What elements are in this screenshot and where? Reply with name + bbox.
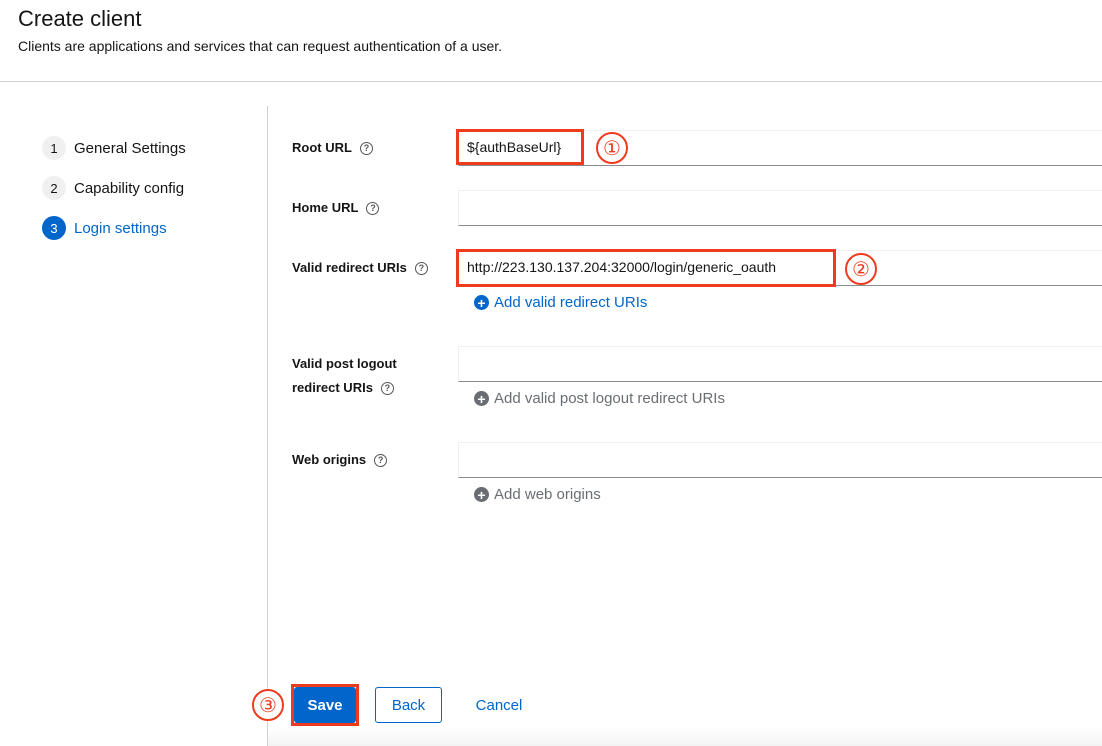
valid-post-logout-label-text-2: redirect URIs <box>292 380 373 395</box>
step-label: Login settings <box>74 219 167 237</box>
home-url-label-text: Home URL <box>292 200 359 215</box>
add-valid-redirect-uris-button[interactable]: + Add valid redirect URIs <box>474 294 647 311</box>
step-number: 1 <box>42 136 66 160</box>
plus-circle-icon: + <box>474 295 489 310</box>
add-valid-post-logout-button[interactable]: + Add valid post logout redirect URIs <box>474 390 725 407</box>
page-header: Create client Clients are applications a… <box>0 0 1102 82</box>
highlight-box-2 <box>456 249 836 287</box>
help-icon[interactable]: ? <box>374 453 388 467</box>
valid-post-logout-label-line2: redirect URIs ? <box>292 376 394 400</box>
add-web-origins-button[interactable]: + Add web origins <box>474 486 601 503</box>
wizard-step-login-settings[interactable]: 3 Login settings <box>42 208 262 248</box>
valid-redirect-uris-label-text: Valid redirect URIs <box>292 260 407 275</box>
step-number: 3 <box>42 216 66 240</box>
back-button[interactable]: Back <box>375 687 442 723</box>
footer-shadow <box>268 728 1102 746</box>
add-valid-redirect-uris-label: Add valid redirect URIs <box>494 294 648 311</box>
annotation-marker-3: ③ <box>252 689 284 721</box>
help-icon[interactable]: ? <box>359 141 373 155</box>
annotation-marker-1: ① <box>596 132 628 164</box>
root-url-label: Root URL ? <box>292 136 373 160</box>
plus-circle-icon: + <box>474 487 489 502</box>
web-origins-input[interactable] <box>458 442 1102 478</box>
help-icon[interactable]: ? <box>366 201 380 215</box>
step-number: 2 <box>42 176 66 200</box>
page-subtitle: Clients are applications and services th… <box>18 38 503 54</box>
home-url-label: Home URL ? <box>292 196 380 220</box>
add-valid-post-logout-label: Add valid post logout redirect URIs <box>494 390 725 407</box>
page-title: Create client <box>18 6 142 31</box>
step-label: General Settings <box>74 139 186 157</box>
create-client-page: Create client Clients are applications a… <box>0 0 1102 746</box>
plus-circle-icon: + <box>474 391 489 406</box>
home-url-input[interactable] <box>458 190 1102 226</box>
help-icon[interactable]: ? <box>380 381 394 395</box>
help-icon[interactable]: ? <box>414 261 428 275</box>
annotation-marker-2: ② <box>845 253 877 285</box>
valid-post-logout-input[interactable] <box>458 346 1102 382</box>
cancel-button[interactable]: Cancel <box>465 687 533 723</box>
valid-redirect-uris-label: Valid redirect URIs ? <box>292 256 428 280</box>
valid-post-logout-label-text: Valid post logout <box>292 356 397 371</box>
wizard-step-capability-config[interactable]: 2 Capability config <box>42 168 262 208</box>
save-button[interactable]: Save <box>294 687 356 723</box>
highlight-box-1 <box>456 129 584 165</box>
add-web-origins-label: Add web origins <box>494 486 601 503</box>
root-url-label-text: Root URL <box>292 140 352 155</box>
web-origins-label: Web origins ? <box>292 448 388 472</box>
wizard-step-general-settings[interactable]: 1 General Settings <box>42 128 262 168</box>
step-label: Capability config <box>74 179 185 197</box>
valid-post-logout-label-line1: Valid post logout <box>292 352 397 376</box>
web-origins-label-text: Web origins <box>292 452 367 467</box>
vertical-divider <box>267 106 268 746</box>
wizard-nav: 1 General Settings 2 Capability config 3… <box>42 128 262 248</box>
